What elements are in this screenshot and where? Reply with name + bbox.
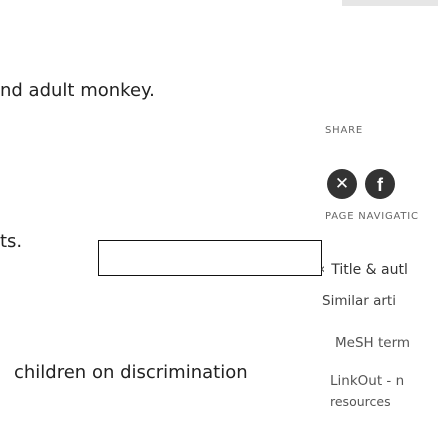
sidebar-link-mesh-terms[interactable]: MeSH term [335, 335, 410, 351]
sidebar-link-similar-articles[interactable]: Similar arti [322, 293, 396, 309]
sidebar-link-linkout-resources[interactable]: resources [330, 394, 391, 409]
page: nd adult monkey. ts. children on discrim… [0, 0, 448, 448]
page-navigation-item-title[interactable]: ‹ Title & autl [320, 244, 408, 278]
page-navigation-item-label: Title & autl [331, 262, 408, 278]
article-text-line: ts. [0, 231, 23, 252]
x-icon: ✕ [334, 173, 350, 194]
sidebar-link-linkout[interactable]: LinkOut - n [330, 373, 404, 389]
page-navigation-label: PAGE NAVIGATIC [325, 211, 419, 222]
top-accent-bar [342, 0, 438, 6]
facebook-icon: f [377, 175, 383, 195]
chevron-left-icon: ‹ [320, 262, 326, 277]
share-x-button[interactable]: ✕ [327, 169, 357, 199]
page-navigation-select[interactable] [98, 240, 322, 276]
article-text-line: children on discrimination [14, 362, 248, 383]
article-text-line: nd adult monkey. [0, 80, 155, 101]
share-label: SHARE [325, 125, 363, 136]
share-facebook-button[interactable]: f [365, 169, 395, 199]
